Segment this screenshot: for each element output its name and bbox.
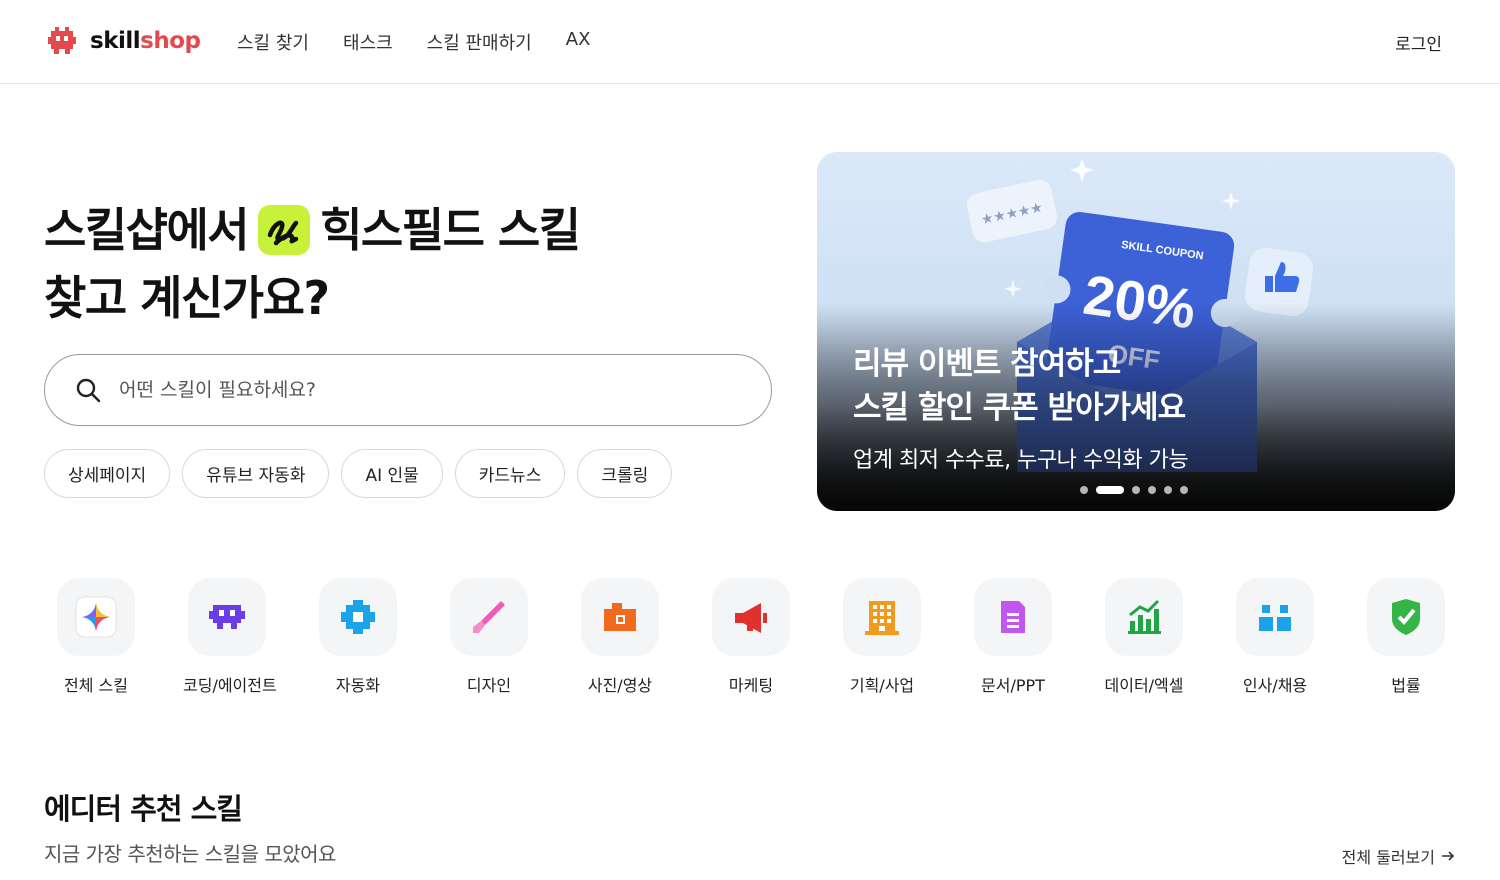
chip-crawling[interactable]: 크롤링: [577, 449, 673, 498]
search-bar[interactable]: [44, 354, 772, 426]
sparkle-icon: [75, 596, 117, 638]
category-icon-tile: [1367, 578, 1445, 656]
category-icon-tile: [712, 578, 790, 656]
category-label: 사진/영상: [587, 676, 653, 695]
hero-title-line2: 찾고 계신가요?: [44, 271, 330, 325]
chip-detail-page[interactable]: 상세페이지: [44, 449, 171, 498]
banner-headline-1: 리뷰 이벤트 참여하고: [853, 346, 1121, 382]
carousel-dot[interactable]: [1148, 486, 1156, 494]
login-button[interactable]: 로그인: [1395, 30, 1442, 55]
category-icon-tile: [57, 578, 135, 656]
arrow-right-icon: [1442, 851, 1455, 861]
category-icon-tile: [1105, 578, 1183, 656]
category-marketing[interactable]: 마케팅: [707, 578, 838, 696]
nav-ax[interactable]: AX: [566, 29, 591, 55]
category-label: 기획/사업: [849, 676, 915, 695]
category-label: 데이터/엑셀: [1104, 676, 1184, 695]
category-legal[interactable]: 법률: [1362, 578, 1493, 696]
megaphone-icon: [735, 603, 767, 633]
banner-text: 리뷰 이벤트 참여하고 스킬 할인 쿠폰 받아가세요 업계 최저 수수료, 누구…: [853, 342, 1189, 474]
category-icon-tile: [188, 578, 266, 656]
category-icon-tile: [1236, 578, 1314, 656]
category-label: 자동화: [335, 676, 381, 695]
hero-title-part1: 스킬샵에서: [44, 203, 250, 257]
search-input[interactable]: [119, 379, 719, 401]
category-label: 마케팅: [728, 676, 774, 695]
carousel-dot[interactable]: [1132, 486, 1140, 494]
chip-youtube-automation[interactable]: 유튜브 자동화: [182, 449, 330, 498]
carousel-dot[interactable]: [1080, 486, 1088, 494]
logo[interactable]: skillshop: [48, 25, 201, 57]
robot-icon: [209, 605, 245, 629]
promo-banner[interactable]: ★★★★★ SKILL COUPON 20% OFF 리뷰 이벤트 참여하고 스…: [817, 152, 1455, 511]
carousel-indicator: [1080, 486, 1188, 494]
chip-ai-person[interactable]: AI 인물: [341, 449, 443, 498]
bar-chart-icon: [1128, 599, 1161, 634]
top-header: skillshop 스킬 찾기 태스크 스킬 판매하기 AX 로그인: [0, 0, 1500, 84]
category-automation[interactable]: 자동화: [314, 578, 445, 696]
category-icon-tile: [319, 578, 397, 656]
document-icon: [1001, 601, 1025, 633]
logo-robot-icon: [48, 27, 76, 54]
search-icon: [76, 378, 101, 403]
nav-tasks[interactable]: 태스크: [343, 29, 393, 55]
main-nav: 스킬 찾기 태스크 스킬 판매하기 AX: [237, 29, 590, 55]
category-label: 법률: [1391, 676, 1421, 695]
higgsfield-logo-icon: [258, 205, 311, 255]
carousel-dot[interactable]: [1164, 486, 1172, 494]
section-subtitle: 지금 가장 추천하는 스킬을 모았어요: [44, 842, 336, 866]
see-all-link[interactable]: 전체 둘러보기: [1342, 844, 1455, 868]
nav-sell-skills[interactable]: 스킬 판매하기: [427, 29, 532, 55]
shield-check-icon: [1392, 599, 1420, 635]
category-photo-video[interactable]: 사진/영상: [576, 578, 707, 696]
chip-card-news[interactable]: 카드뉴스: [454, 449, 566, 498]
category-label: 코딩/에이전트: [183, 676, 277, 695]
see-all-label: 전체 둘러보기: [1341, 848, 1435, 867]
category-data-excel[interactable]: 데이터/엑셀: [1100, 578, 1231, 696]
category-design[interactable]: 디자인: [445, 578, 576, 696]
category-icon-tile: [843, 578, 921, 656]
category-label: 문서/PPT: [981, 676, 1045, 695]
banner-subtext: 업계 최저 수수료, 누구나 수익화 가능: [853, 448, 1189, 473]
carousel-dot[interactable]: [1180, 486, 1188, 494]
category-label: 인사/채용: [1242, 676, 1308, 695]
brush-icon: [473, 601, 505, 633]
people-icon: [1259, 605, 1291, 631]
logo-wordmark: skillshop: [90, 28, 201, 54]
suggestion-chips: 상세페이지 유튜브 자동화 AI 인물 카드뉴스 크롤링: [44, 449, 673, 498]
category-docs-ppt[interactable]: 문서/PPT: [969, 578, 1100, 696]
gear-icon: [341, 600, 375, 634]
section-title: 에디터 추천 스킬: [44, 792, 243, 826]
category-all-skills[interactable]: 전체 스킬: [52, 578, 183, 696]
building-icon: [865, 601, 899, 635]
camera-icon: [604, 603, 636, 631]
category-label: 전체 스킬: [64, 676, 128, 695]
category-list: 전체 스킬 코딩/에이전트 자동화 디자인 사진/영상 마케팅 기획/사업 문서…: [52, 578, 1493, 696]
hero-title: 스킬샵에서 힉스필드 스킬 찾고 계신가요?: [44, 196, 581, 332]
category-icon-tile: [581, 578, 659, 656]
nav-find-skills[interactable]: 스킬 찾기: [237, 29, 309, 55]
category-coding-agent[interactable]: 코딩/에이전트: [183, 578, 314, 696]
banner-headline-2: 스킬 할인 쿠폰 받아가세요: [853, 390, 1186, 426]
category-label: 디자인: [466, 676, 512, 695]
category-hr-hiring[interactable]: 인사/채용: [1231, 578, 1362, 696]
hero-title-part2: 힉스필드 스킬: [320, 203, 581, 257]
category-icon-tile: [974, 578, 1052, 656]
carousel-dot-active[interactable]: [1096, 486, 1124, 494]
category-icon-tile: [450, 578, 528, 656]
category-planning-business[interactable]: 기획/사업: [838, 578, 969, 696]
